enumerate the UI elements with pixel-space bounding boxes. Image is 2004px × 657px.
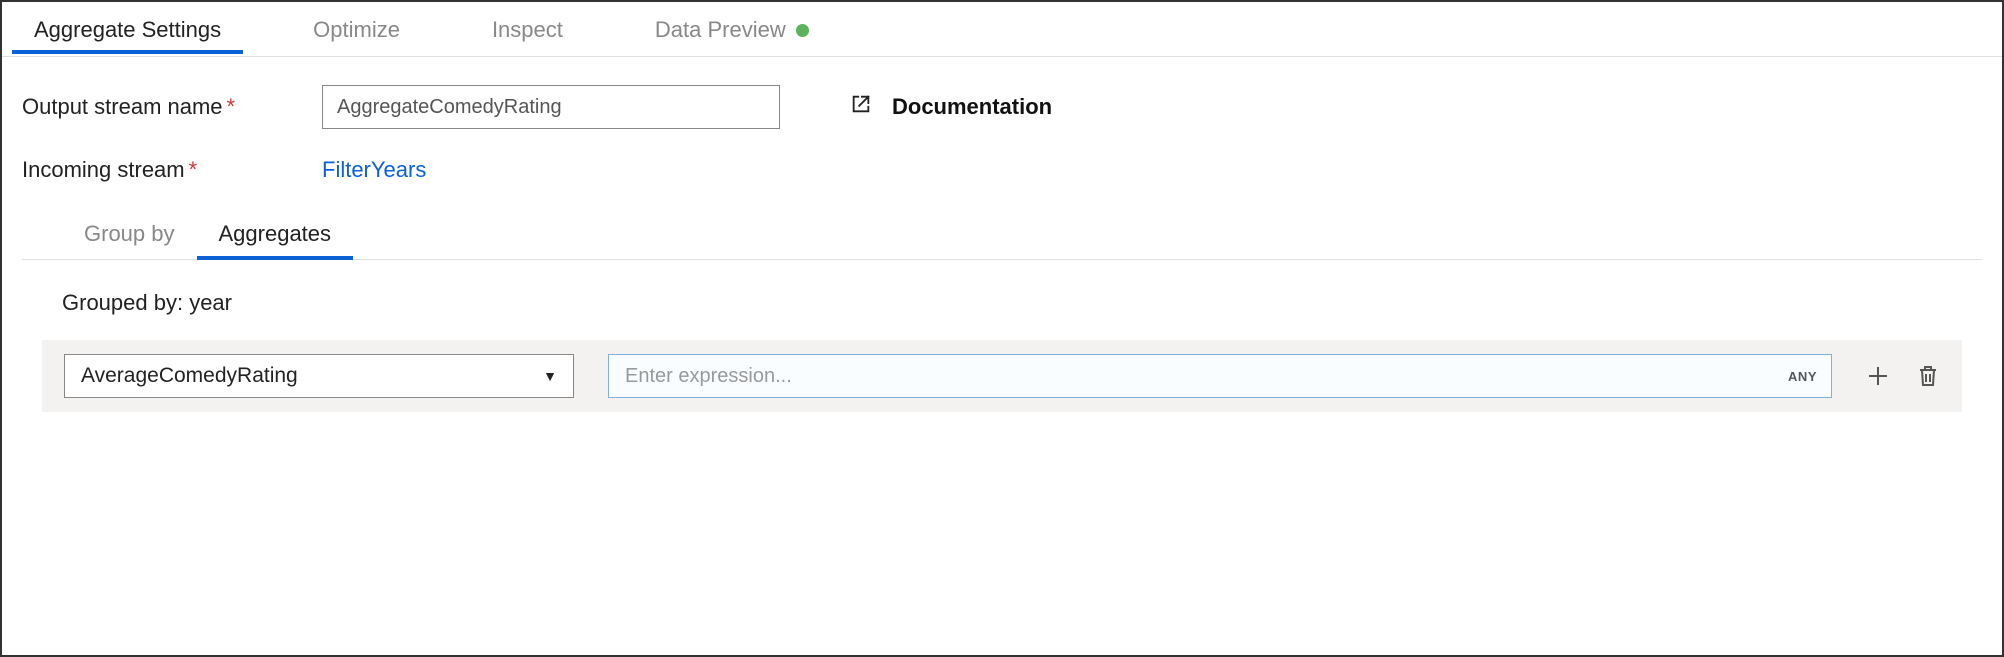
label-text: Output stream name <box>22 94 223 119</box>
aggregate-row: AverageComedyRating ▼ ANY <box>42 340 1962 412</box>
required-star-icon: * <box>189 157 198 182</box>
row-output-stream: Output stream name* Documentation <box>22 85 1982 129</box>
documentation-link[interactable]: Documentation <box>892 94 1052 120</box>
tab-data-preview[interactable]: Data Preview <box>633 5 831 53</box>
delete-row-button[interactable] <box>1916 364 1940 388</box>
external-link-icon[interactable] <box>850 93 872 121</box>
sub-tab-bar: Group by Aggregates <box>22 211 1982 260</box>
documentation-link-group: Documentation <box>850 93 1052 121</box>
expression-input[interactable] <box>623 364 1788 389</box>
tab-label: Inspect <box>492 17 563 43</box>
column-name-value: AverageComedyRating <box>81 364 298 388</box>
caret-down-icon: ▼ <box>543 368 557 384</box>
form-area: Output stream name* Documentation Incomi… <box>2 57 2002 412</box>
sub-tab-group-by[interactable]: Group by <box>62 211 197 259</box>
output-stream-input[interactable] <box>322 85 780 129</box>
row-incoming-stream: Incoming stream* FilterYears <box>22 157 1982 183</box>
tab-aggregate-settings[interactable]: Aggregate Settings <box>12 5 243 54</box>
grouped-by-value: Grouped by: year <box>62 290 232 315</box>
add-row-button[interactable] <box>1866 364 1890 388</box>
status-dot-icon <box>796 24 809 37</box>
main-tab-bar: Aggregate Settings Optimize Inspect Data… <box>2 2 2002 57</box>
sub-tab-aggregates[interactable]: Aggregates <box>197 211 354 260</box>
expression-type-badge: ANY <box>1788 369 1817 384</box>
sub-tab-label: Group by <box>84 221 175 246</box>
tab-optimize[interactable]: Optimize <box>291 5 422 53</box>
tab-label: Optimize <box>313 17 400 43</box>
output-stream-label: Output stream name* <box>22 94 322 120</box>
aggregate-settings-panel: Aggregate Settings Optimize Inspect Data… <box>0 0 2004 657</box>
incoming-stream-label: Incoming stream* <box>22 157 322 183</box>
tab-label: Data Preview <box>655 17 786 43</box>
row-actions <box>1866 364 1940 388</box>
incoming-stream-link[interactable]: FilterYears <box>322 157 426 183</box>
tab-inspect[interactable]: Inspect <box>470 5 585 53</box>
label-text: Incoming stream <box>22 157 185 182</box>
expression-input-wrap[interactable]: ANY <box>608 354 1832 398</box>
required-star-icon: * <box>227 94 236 119</box>
sub-tab-label: Aggregates <box>219 221 332 246</box>
grouped-by-text: Grouped by: year <box>22 260 1982 316</box>
tab-label: Aggregate Settings <box>34 17 221 43</box>
column-name-select[interactable]: AverageComedyRating ▼ <box>64 354 574 398</box>
